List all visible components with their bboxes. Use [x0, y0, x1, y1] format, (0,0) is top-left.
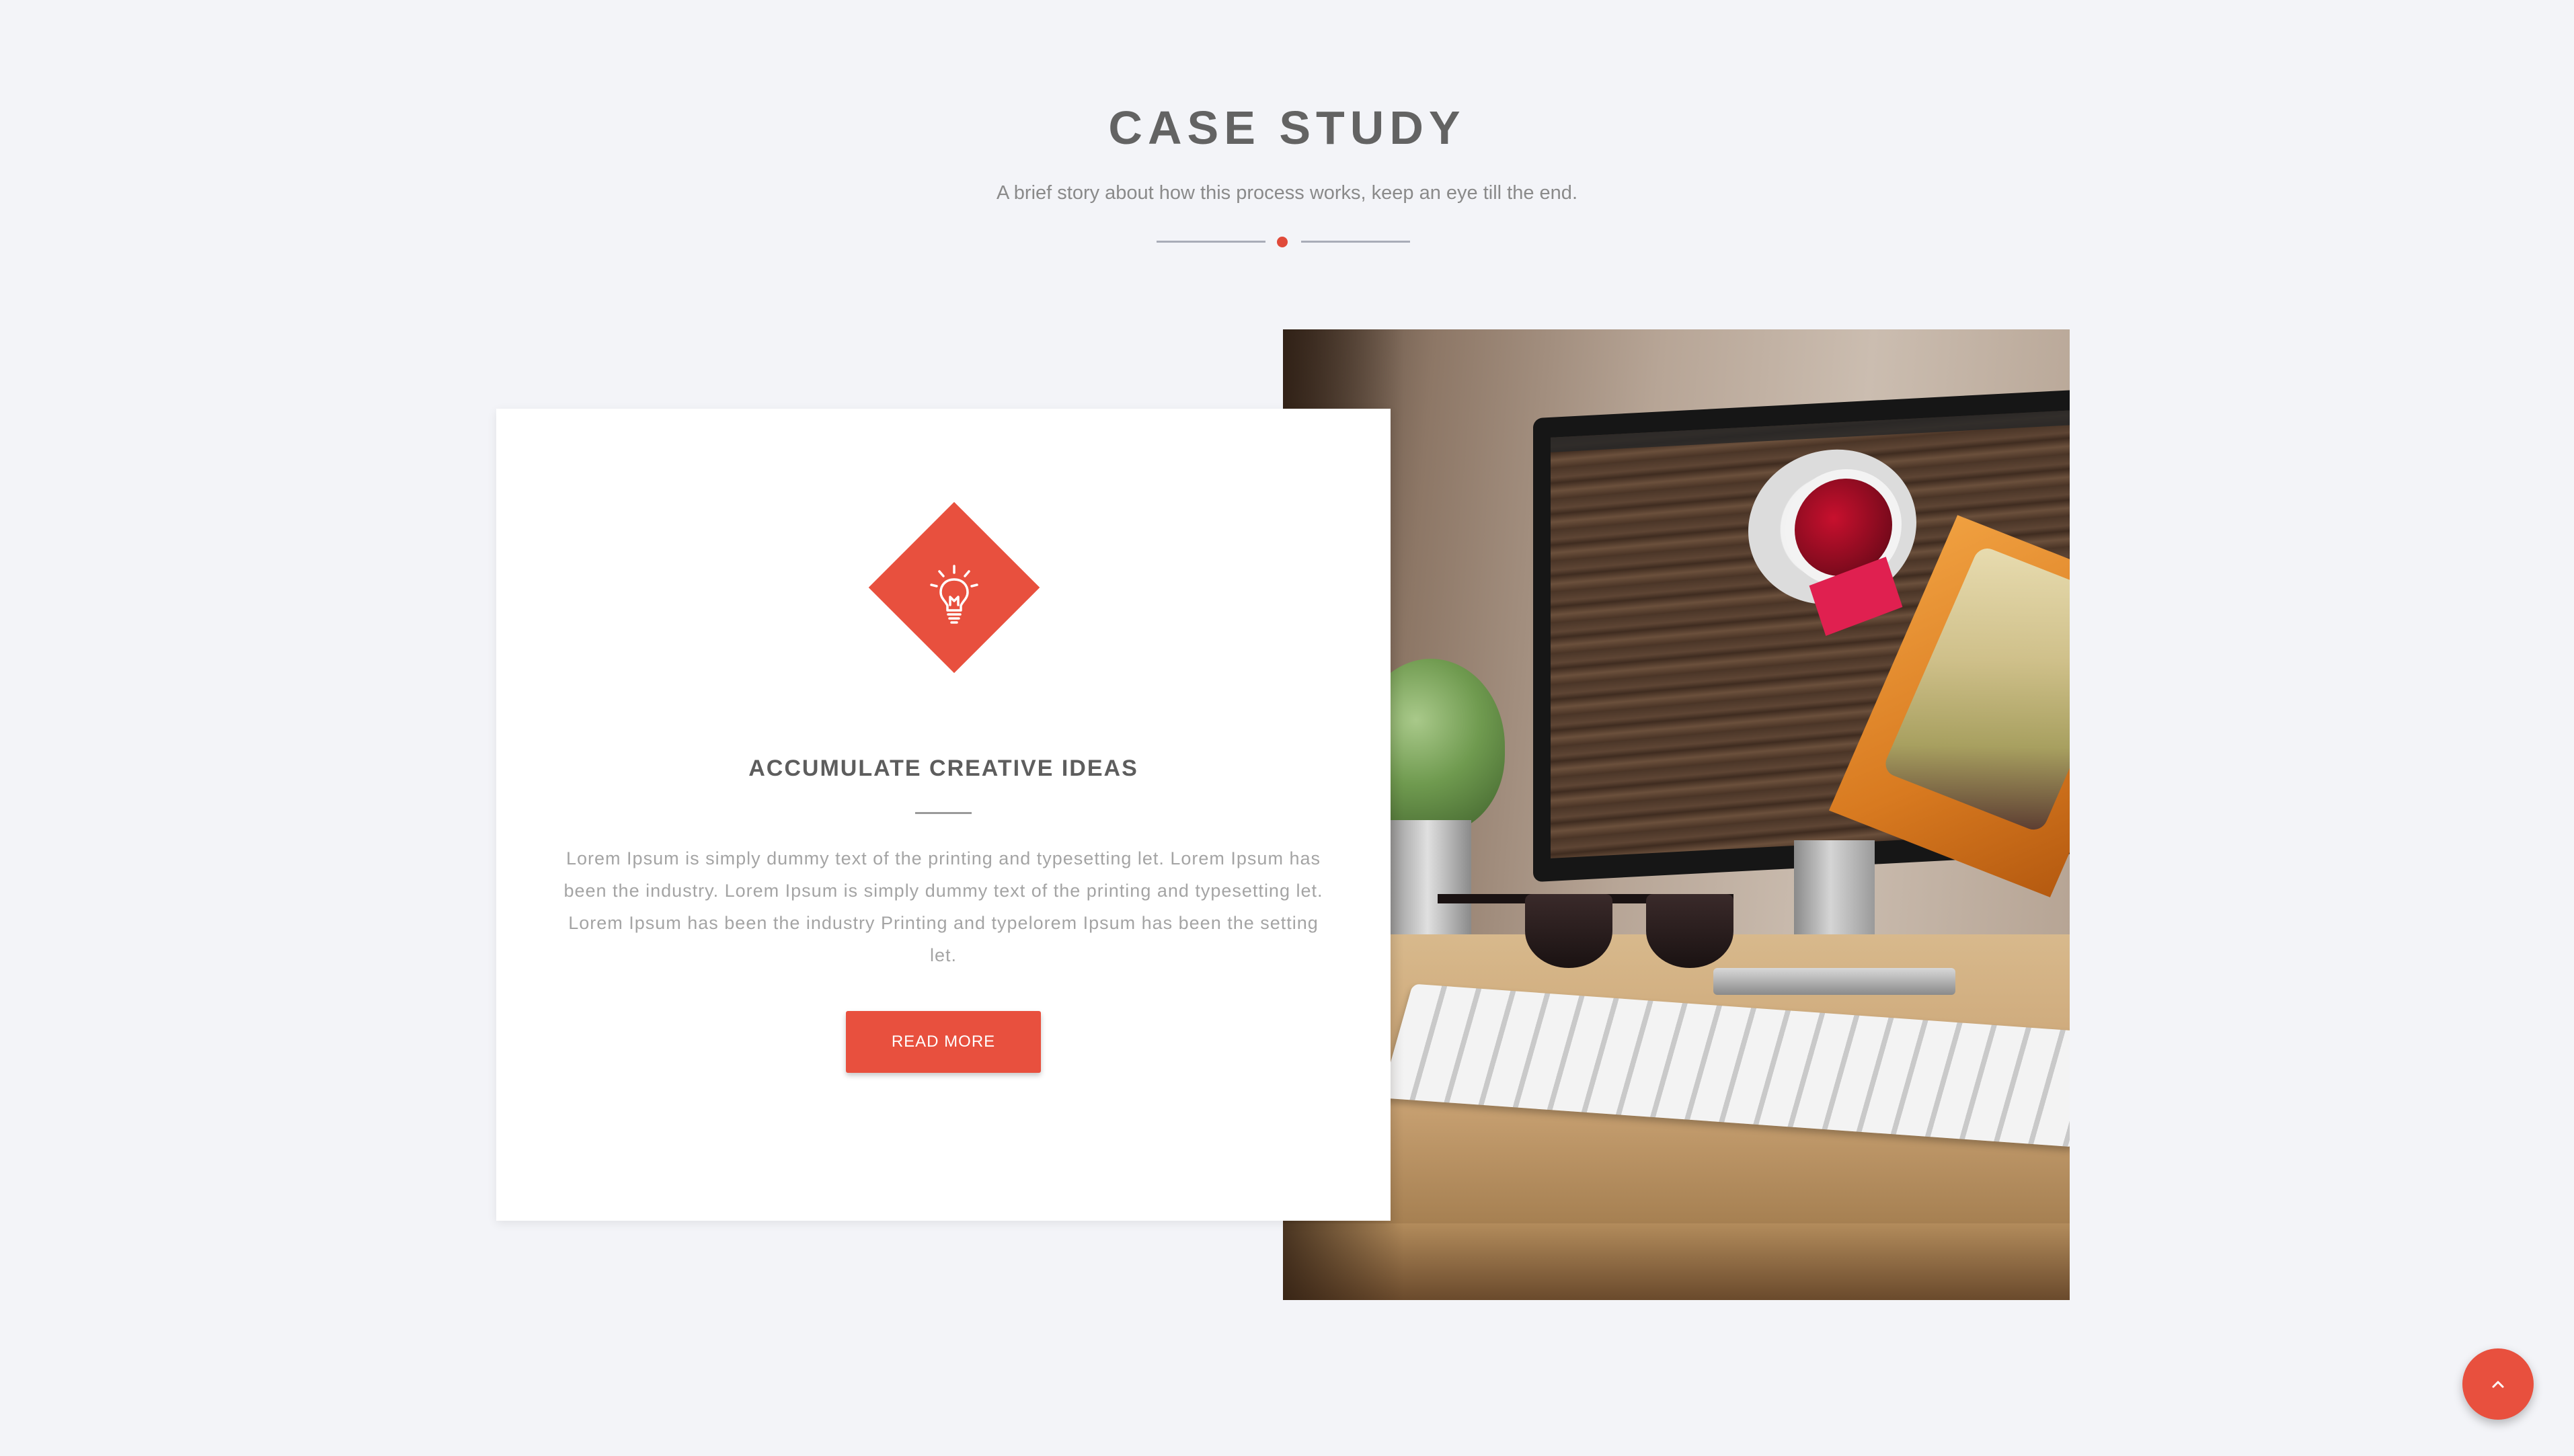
card-title-underline: [915, 812, 972, 814]
photo-monitor-base: [1713, 968, 1955, 995]
back-to-top-button[interactable]: [2462, 1348, 2534, 1420]
desk-workspace-photo: [1283, 329, 2070, 1300]
read-more-button[interactable]: READ MORE: [846, 1011, 1041, 1073]
title-divider-dot: [1277, 237, 1288, 247]
photo-monitor: [1533, 388, 2070, 897]
section-subtitle: A brief story about how this process wor…: [996, 182, 1577, 204]
photo-glasses-lens-right: [1646, 894, 1733, 968]
case-study-card: ACCUMULATE CREATIVE IDEAS Lorem Ipsum is…: [496, 409, 1391, 1221]
photo-glasses-lens-left: [1525, 894, 1612, 968]
title-divider-right: [1301, 241, 1410, 243]
section-title: CASE STUDY: [1108, 102, 1466, 154]
page: CASE STUDY A brief story about how this …: [0, 0, 2574, 1456]
lightbulb-icon: [907, 540, 1001, 635]
chevron-up-icon: [2492, 1381, 2504, 1388]
title-divider-left: [1157, 241, 1265, 243]
card-description: Lorem Ipsum is simply dummy text of the …: [563, 848, 1323, 965]
card-title: ACCUMULATE CREATIVE IDEAS: [748, 756, 1138, 781]
